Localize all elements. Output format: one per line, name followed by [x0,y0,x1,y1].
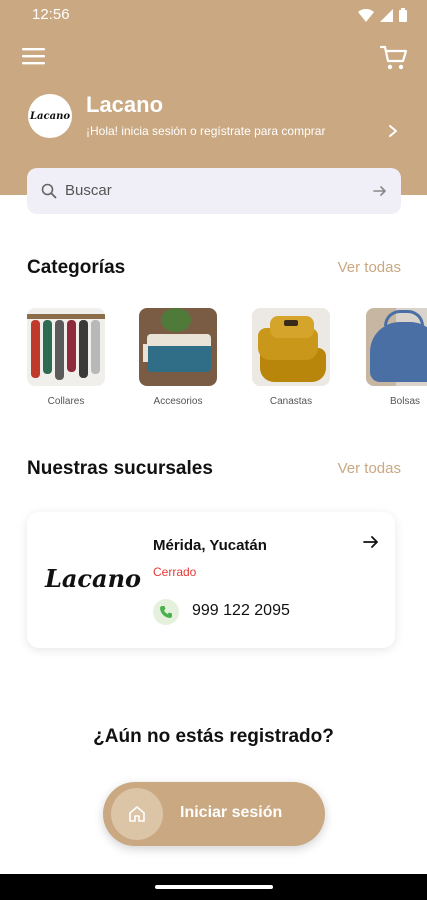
home-icon-circle [111,788,163,840]
signal-icon [380,8,393,22]
category-label: Bolsas [389,396,420,407]
brand-name: Lacano [86,92,164,117]
category-item-bolsas[interactable]: Bolsas [366,308,427,407]
categories-title: Categorías [27,257,126,278]
branch-logo: Lacano [45,564,142,593]
brand-logo-text: Lacano [29,110,71,122]
phone-icon [153,599,179,625]
login-button-label: Iniciar sesión [180,804,283,821]
brand-logo: Lacano [28,94,72,138]
register-question: ¿Aún no estás registrado? [93,726,334,747]
login-button[interactable]: Iniciar sesión [103,782,325,846]
categories-see-all-link[interactable]: Ver todas [338,259,401,276]
home-icon [129,806,145,822]
arrow-right-icon [363,536,378,548]
status-bar: 12:56 [0,0,427,30]
category-image-canastas [252,308,330,386]
branches-title: Nuestras sucursales [27,458,213,479]
login-prompt-row[interactable]: Lacano Lacano ¡Hola! inicia sesión o reg… [28,92,408,140]
wifi-icon [358,8,374,22]
arrow-right-icon [373,186,386,196]
battery-icon [399,8,407,22]
status-time: 12:56 [32,6,70,23]
search-placeholder: Buscar [65,182,112,199]
status-icons [358,8,407,22]
category-image-bolsas [366,308,427,386]
hamburger-menu-icon [22,48,45,65]
branch-status: Cerrado [153,565,197,579]
shopping-cart-icon [379,45,408,70]
category-label: Canastas [269,396,313,407]
branch-city: Mérida, Yucatán [153,537,267,554]
cart-button[interactable] [379,42,409,72]
branch-phone[interactable]: 999 122 2095 [192,602,290,620]
login-prompt-text: ¡Hola! inicia sesión o regístrate para c… [86,124,326,138]
search-input[interactable]: Buscar [27,168,401,214]
branch-card[interactable]: Lacano Mérida, Yucatán Cerrado 999 122 2… [27,512,395,648]
chevron-right-icon [389,125,397,137]
system-navigation-bar [0,874,427,900]
branches-see-all-link[interactable]: Ver todas [338,460,401,477]
category-image-accesorios [139,308,217,386]
category-item-canastas[interactable]: Canastas [252,308,330,407]
app-header: 12:56 Lacano Lacano ¡Hola! inicia sesión… [0,0,427,195]
category-image-collares [27,308,105,386]
home-gesture-handle[interactable] [155,885,273,889]
menu-button[interactable] [22,46,46,66]
category-label: Accesorios [153,396,203,407]
categories-list: Collares Accesorios Canastas Bolsas [0,308,427,418]
category-item-collares[interactable]: Collares [27,308,105,407]
search-icon [41,183,57,199]
category-label: Collares [47,396,85,407]
category-item-accesorios[interactable]: Accesorios [139,308,217,407]
